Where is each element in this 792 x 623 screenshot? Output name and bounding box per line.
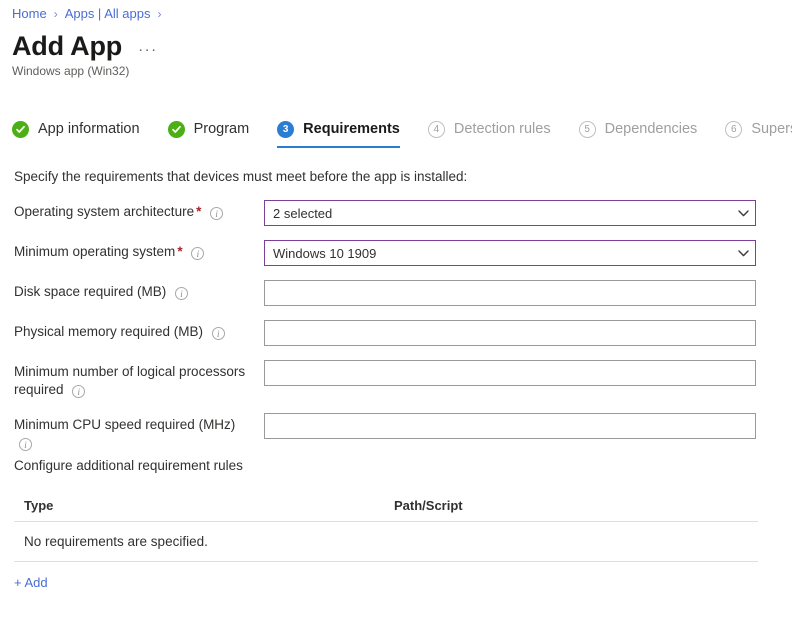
- tab-label: Dependencies: [604, 121, 698, 137]
- field-minimum-logical-processors: Minimum number of logical processors req…: [14, 360, 778, 399]
- table-empty-message: No requirements are specified.: [14, 522, 758, 562]
- column-header-type: Type: [24, 498, 54, 513]
- table-header-row: Type Path/Script: [14, 492, 758, 522]
- field-label: Minimum operating system * i: [14, 240, 264, 261]
- wizard-tabs: App information Program 3 Requirements 4…: [12, 120, 792, 148]
- tab-label: Detection rules: [453, 121, 551, 137]
- minimum-operating-system-dropdown[interactable]: Windows 10 1909: [264, 240, 756, 266]
- info-icon[interactable]: i: [191, 247, 205, 260]
- breadcrumb: Home › Apps | All apps ›: [12, 6, 168, 22]
- field-physical-memory-required: Physical memory required (MB) i: [14, 320, 778, 346]
- step-number-badge: 4: [427, 120, 445, 138]
- field-label-text: Minimum number of logical processors req…: [14, 364, 246, 397]
- tab-app-information[interactable]: App information: [12, 120, 140, 148]
- step-number-badge: 5: [578, 120, 596, 138]
- page-title: Add App: [12, 31, 123, 61]
- tab-detection-rules[interactable]: 4 Detection rules: [427, 120, 551, 148]
- configure-additional-rules-label: Configure additional requirement rules: [14, 458, 243, 473]
- breadcrumb-item-apps-all-apps[interactable]: Apps | All apps: [65, 6, 151, 22]
- check-circle-icon: [12, 120, 29, 138]
- tab-program[interactable]: Program: [167, 120, 250, 148]
- chevron-down-icon: [738, 249, 749, 257]
- field-label-text: Minimum CPU speed required (MHz): [14, 417, 236, 432]
- tab-label: Supersede: [751, 121, 792, 137]
- chevron-down-icon: [738, 209, 749, 217]
- overflow-menu-icon[interactable]: ···: [138, 41, 158, 58]
- field-label: Minimum CPU speed required (MHz) i: [14, 413, 264, 452]
- tab-label: Requirements: [303, 121, 400, 137]
- info-icon[interactable]: i: [19, 438, 32, 451]
- info-icon[interactable]: i: [72, 385, 86, 398]
- breadcrumb-separator-icon: ›: [157, 7, 162, 21]
- tab-label: Program: [193, 121, 250, 137]
- field-minimum-operating-system: Minimum operating system * i Windows 10 1…: [14, 240, 778, 266]
- minimum-logical-processors-input[interactable]: [264, 360, 756, 386]
- field-label: Disk space required (MB) i: [14, 280, 264, 301]
- minimum-cpu-speed-input[interactable]: [264, 413, 756, 439]
- operating-system-architecture-dropdown[interactable]: 2 selected: [264, 200, 756, 226]
- field-label: Minimum number of logical processors req…: [14, 360, 264, 399]
- check-circle-icon: [167, 120, 185, 138]
- tab-supersedence[interactable]: 6 Supersede: [725, 120, 792, 148]
- tab-requirements[interactable]: 3 Requirements: [277, 120, 400, 148]
- field-label-text: Minimum operating system: [14, 244, 176, 259]
- dropdown-value: 2 selected: [273, 205, 333, 221]
- add-requirement-rule-link[interactable]: + Add: [14, 574, 48, 592]
- column-header-path-script: Path/Script: [394, 498, 463, 513]
- requirement-rules-table: Type Path/Script No requirements are spe…: [14, 492, 758, 562]
- requirements-form: Operating system architecture * i 2 selec…: [14, 200, 778, 466]
- field-disk-space-required: Disk space required (MB) i: [14, 280, 778, 306]
- breadcrumb-separator-icon: ›: [53, 7, 58, 21]
- physical-memory-required-input[interactable]: [264, 320, 756, 346]
- step-number-badge: 3: [277, 120, 295, 138]
- field-label-text: Disk space required (MB): [14, 284, 167, 299]
- requirements-intro-text: Specify the requirements that devices mu…: [14, 169, 468, 184]
- step-number-badge: 6: [725, 120, 743, 138]
- info-icon[interactable]: i: [210, 207, 224, 220]
- field-minimum-cpu-speed: Minimum CPU speed required (MHz) i: [14, 413, 778, 452]
- dropdown-value: Windows 10 1909: [273, 245, 377, 261]
- required-asterisk: *: [196, 204, 202, 219]
- field-label-text: Operating system architecture: [14, 204, 195, 219]
- field-label: Physical memory required (MB) i: [14, 320, 264, 341]
- field-operating-system-architecture: Operating system architecture * i 2 selec…: [14, 200, 778, 226]
- required-asterisk: *: [177, 244, 183, 259]
- page-header: Add App ···: [12, 30, 158, 62]
- disk-space-required-input[interactable]: [264, 280, 756, 306]
- field-label: Operating system architecture * i: [14, 200, 264, 221]
- breadcrumb-item-home[interactable]: Home: [12, 6, 47, 22]
- field-label-text: Physical memory required (MB): [14, 324, 204, 339]
- info-icon[interactable]: i: [175, 287, 189, 300]
- info-icon[interactable]: i: [211, 327, 225, 340]
- tab-label: App information: [38, 121, 140, 137]
- tab-dependencies[interactable]: 5 Dependencies: [578, 120, 698, 148]
- page-subtitle: Windows app (Win32): [12, 64, 130, 78]
